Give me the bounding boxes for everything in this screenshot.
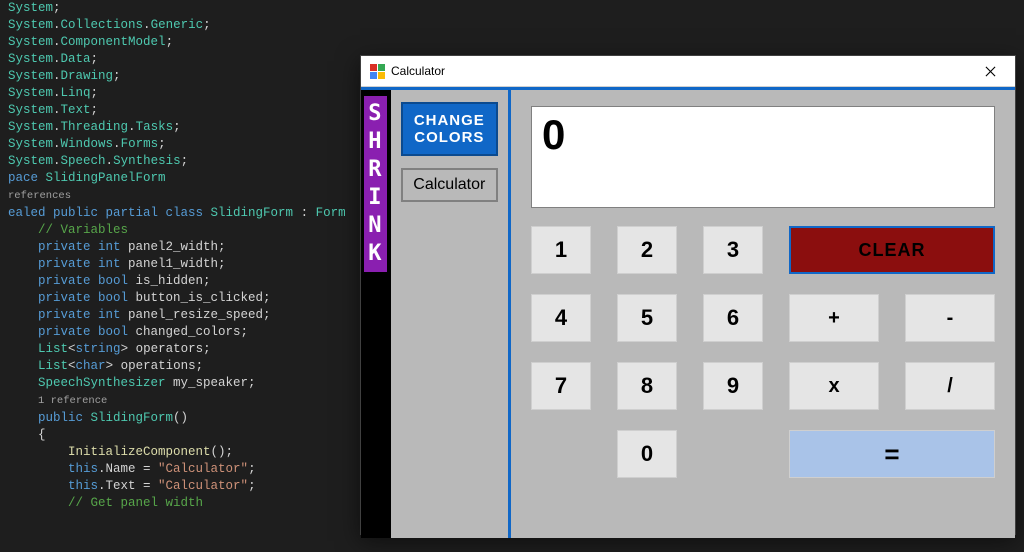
key-7[interactable]: 7 (531, 362, 591, 410)
window-title: Calculator (391, 64, 445, 78)
key-8[interactable]: 8 (617, 362, 677, 410)
key-0[interactable]: 0 (617, 430, 677, 478)
key-5[interactable]: 5 (617, 294, 677, 342)
close-icon (985, 66, 996, 77)
key-4[interactable]: 4 (531, 294, 591, 342)
side-panel: CHANGE COLORS Calculator (391, 90, 508, 538)
key-9[interactable]: 9 (703, 362, 763, 410)
key-plus[interactable]: + (789, 294, 879, 342)
key-equals[interactable]: = (789, 430, 995, 478)
change-colors-button[interactable]: CHANGE COLORS (401, 102, 498, 156)
key-6[interactable]: 6 (703, 294, 763, 342)
calculator-mode-button[interactable]: Calculator (401, 168, 498, 202)
key-1[interactable]: 1 (531, 226, 591, 274)
app-icon (369, 63, 385, 79)
key-divide[interactable]: / (905, 362, 995, 410)
key-multiply[interactable]: x (789, 362, 879, 410)
calculator-panel: 0 1 2 3 CLEAR 4 5 6 + - 7 8 9 (508, 90, 1015, 538)
calculator-display: 0 (531, 106, 995, 208)
titlebar[interactable]: Calculator (361, 56, 1015, 87)
key-3[interactable]: 3 (703, 226, 763, 274)
key-2[interactable]: 2 (617, 226, 677, 274)
keypad: 1 2 3 CLEAR 4 5 6 + - 7 8 9 x / (531, 226, 995, 478)
calculator-window: Calculator SHRINK CHANGE COLORS Calculat… (360, 55, 1016, 535)
key-clear[interactable]: CLEAR (789, 226, 995, 274)
close-button[interactable] (969, 58, 1011, 84)
key-minus[interactable]: - (905, 294, 995, 342)
shrink-button[interactable]: SHRINK (362, 94, 389, 274)
